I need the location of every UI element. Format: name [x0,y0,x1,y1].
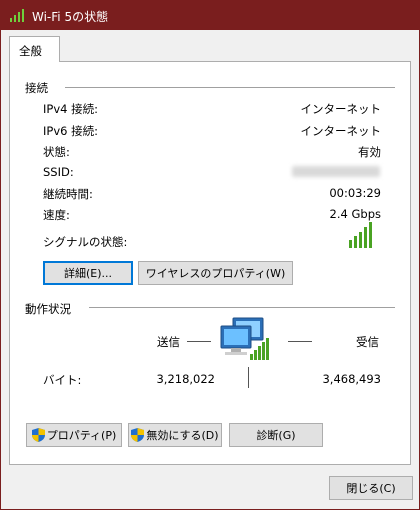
ipv6-label: IPv6 接続: [43,124,98,138]
disable-button-label: 無効にする(D) [146,429,219,442]
signal-strength-icon [349,222,379,248]
bytes-label: バイト: [43,373,82,387]
general-panel: 接続 IPv4 接続: インターネット IPv6 接続: インターネット 状態:… [9,61,411,465]
speed-value: 2.4 Gbps [329,207,381,221]
network-computers-icon [220,317,269,360]
wireless-properties-button-label: ワイヤレスのプロパティ(W) [145,267,286,280]
connection-section-title: 接続 [25,81,48,95]
connection-separator [65,87,395,88]
duration-value: 00:03:29 [329,186,381,200]
wifi-signal-icon [10,9,24,22]
diagnose-button-label: 診断(G) [256,429,296,442]
activity-separator [89,307,395,308]
close-button-label: 閉じる(C) [346,482,396,495]
tab-general-label: 全般 [19,44,42,58]
window-title: Wi-Fi 5の状態 [32,10,109,24]
ipv6-value: インターネット [300,124,382,138]
ipv4-label: IPv4 接続: [43,102,98,116]
status-label: 状態: [43,145,70,159]
signal-label: シグナルの状態: [43,235,128,249]
ssid-label: SSID: [43,165,74,179]
shield-icon [31,428,45,442]
details-button[interactable]: 詳細(E)... [43,261,133,285]
received-line [288,341,312,342]
activity-section-title: 動作状況 [25,302,71,316]
properties-button[interactable]: プロパティ(P) [26,423,122,447]
ipv4-value: インターネット [300,102,382,116]
title-bar[interactable]: Wi-Fi 5の状態 [1,0,420,30]
sent-label: 送信 [157,335,180,349]
bytes-sent-value: 3,218,022 [156,372,215,386]
received-label: 受信 [356,335,379,349]
details-button-label: 詳細(E)... [63,267,113,280]
shield-icon [131,428,145,442]
bytes-received-value: 3,468,493 [322,372,381,386]
wireless-properties-button[interactable]: ワイヤレスのプロパティ(W) [138,261,293,285]
speed-label: 速度: [43,208,70,222]
status-value: 有効 [358,145,381,159]
ssid-value-redacted [292,166,380,177]
bytes-divider [248,367,249,388]
disable-button[interactable]: 無効にする(D) [128,423,222,447]
close-button[interactable]: 閉じる(C) [329,476,413,500]
duration-label: 継続時間: [43,187,93,201]
properties-button-label: プロパティ(P) [46,429,117,442]
sent-line [187,341,211,342]
tab-general[interactable]: 全般 [9,36,60,62]
diagnose-button[interactable]: 診断(G) [229,423,323,447]
status-dialog: Wi-Fi 5の状態 全般 接続 IPv4 接続: インターネット IPv6 接… [0,0,420,510]
